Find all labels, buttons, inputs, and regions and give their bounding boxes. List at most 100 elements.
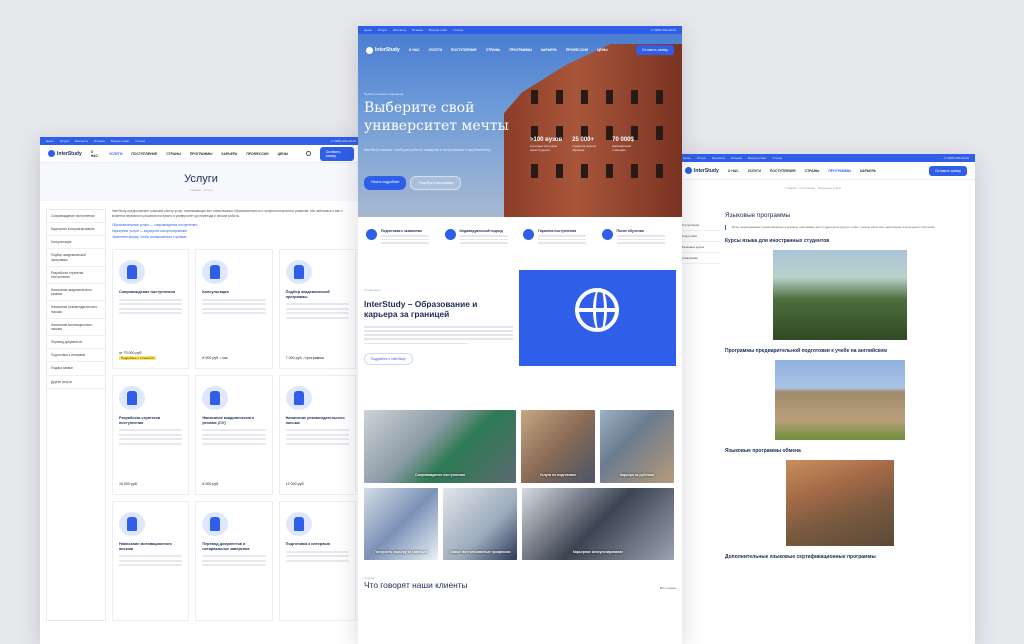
sidebar-item[interactable]: Другие услуги (47, 376, 105, 389)
topbar-link[interactable]: Услуги (378, 28, 387, 32)
sidebar-item[interactable]: Поступление (677, 220, 721, 231)
topbar-link[interactable]: Цены (46, 139, 54, 143)
topbar-link[interactable]: Вопрос-ответ (748, 156, 767, 160)
request-button[interactable]: Оставить заявку (319, 146, 354, 161)
main-nav: InterStudy О НАС УСЛУГИ ПОСТУПЛЕНИЕ СТРА… (40, 145, 362, 163)
topbar-link[interactable]: Услуги (60, 139, 69, 143)
nav-item-services[interactable]: УСЛУГИ (748, 169, 761, 173)
logo[interactable]: InterStudy (685, 167, 719, 174)
service-card[interactable]: Подготовка к интервью (278, 500, 356, 621)
nav-item-services[interactable]: УСЛУГИ (429, 48, 442, 52)
service-illustration-icon (119, 511, 145, 536)
topbar-link[interactable]: Статьи (454, 28, 464, 32)
learn-more-button[interactable]: Узнать подробнее (364, 176, 407, 190)
nav-item-programs[interactable]: ПРОГРАММЫ (509, 48, 532, 52)
link-education[interactable]: Образовательные услуги — сопровождение п… (112, 223, 356, 227)
topbar-link[interactable]: Услуги (697, 156, 706, 160)
tile-admission[interactable]: Сопровождение поступления (364, 409, 516, 483)
request-button[interactable]: Оставить заявку (636, 45, 674, 55)
sidebar-item[interactable]: Перевод документов (47, 336, 105, 350)
sidebar-item[interactable]: Написание мотивационного письма (47, 319, 105, 337)
nav-item-about[interactable]: О НАС (409, 48, 420, 52)
topbar-link[interactable]: Контакты (712, 156, 725, 160)
tile-build-career[interactable]: Построить карьеру за границей (364, 487, 438, 560)
logo[interactable]: InterStudy (366, 46, 400, 54)
nav-item-countries[interactable]: СТРАНЫ (486, 48, 501, 52)
sidebar-item[interactable]: Языковые курсы (677, 242, 721, 253)
sidebar-item[interactable]: Написание академического резюме (47, 284, 105, 302)
nav-item-professions[interactable]: ПРОФЕССИИ (566, 48, 588, 52)
sidebar-item[interactable]: Подготовка к интервью (47, 349, 105, 363)
tile-professions[interactable]: Самые востребованные профессии (443, 487, 517, 560)
nav-item-career[interactable]: КАРЬЕРА (221, 152, 237, 156)
nav-item-prices[interactable]: ЦЕНЫ (597, 48, 608, 52)
topbar-link[interactable]: Статьи (773, 156, 783, 160)
nav-item-admission[interactable]: ПОСТУПЛЕНИЕ (451, 48, 477, 52)
tile-career-abroad[interactable]: Карьера за рубежом (600, 409, 674, 483)
card-title: Написание академического резюме (CV) (202, 415, 255, 425)
link-prices[interactable]: Заполните форму, чтобы познакомиться с ц… (112, 235, 356, 239)
service-illustration-icon (285, 511, 312, 536)
building-windows (522, 90, 672, 104)
tile-career-consulting[interactable]: Карьерное консультирование (522, 487, 674, 560)
topbar-link[interactable]: Статьи (136, 139, 146, 143)
logo[interactable]: InterStudy (48, 150, 82, 157)
service-card[interactable]: Написание рекомендательного письма 12 00… (278, 374, 356, 495)
request-button[interactable]: Оставить заявку (929, 165, 967, 176)
sidebar-item[interactable]: Стажировки (677, 253, 721, 264)
link-career[interactable]: Карьерные услуги — карьерное консультиро… (112, 229, 356, 233)
topbar-link[interactable]: Вопрос-ответ (429, 28, 448, 32)
service-illustration-icon (202, 259, 229, 284)
card-title: Перевод документов и нотариальное завере… (202, 541, 250, 551)
nav-item-about[interactable]: О НАС (91, 150, 100, 158)
nav-item-career[interactable]: КАРЬЕРА (860, 169, 876, 173)
service-card[interactable]: Написание мотивационного письма (112, 500, 190, 621)
topbar-link[interactable]: Цены (364, 28, 372, 32)
service-card[interactable]: Консультация 8 000 руб. / час (195, 248, 273, 369)
nav-item-countries[interactable]: СТРАНЫ (805, 169, 820, 173)
service-card[interactable]: Разработка стратегии поступления 15 000 … (112, 374, 190, 495)
nav-item-career[interactable]: КАРЬЕРА (541, 48, 557, 52)
all-reviews-link[interactable]: Все отзывы (660, 586, 676, 590)
about-link-button[interactable]: Подробнее о InterStudy (364, 352, 413, 365)
phone-number[interactable]: +7 (985) 000-00-00 (650, 28, 676, 32)
tile-preparation[interactable]: Услуги по подготовке (521, 409, 595, 483)
nav-item-programs[interactable]: ПРОГРАММЫ (190, 152, 213, 156)
topbar-link[interactable]: Контакты (393, 28, 406, 32)
phone-number[interactable]: +7 (985) 000-00-00 (330, 139, 356, 143)
phone-number[interactable]: +7 (985) 000-00-00 (943, 156, 969, 160)
sidebar-item[interactable]: Подача заявки (47, 362, 105, 376)
nav-item-countries[interactable]: СТРАНЫ (166, 152, 181, 156)
service-card[interactable]: Сопровождение поступления от 70 000 руб.… (112, 248, 190, 369)
topbar-link[interactable]: Отзывы (94, 139, 105, 143)
nav-item-services[interactable]: УСЛУГИ (109, 152, 122, 156)
logo-icon (366, 46, 373, 54)
topbar-link[interactable]: Цены (683, 156, 691, 160)
nav-item-admission[interactable]: ПОСТУПЛЕНИЕ (131, 152, 157, 156)
graduation-icon (601, 229, 613, 240)
sidebar-item[interactable]: Написание рекомендательного письма (47, 301, 105, 319)
topbar-link[interactable]: Отзывы (731, 156, 742, 160)
service-card[interactable]: Перевод документов и нотариальное завере… (195, 500, 273, 621)
service-card[interactable]: Написание академического резюме (CV) 8 0… (195, 374, 273, 495)
nav-item-admission[interactable]: ПОСТУПЛЕНИЕ (770, 169, 796, 173)
topbar-link[interactable]: Вопрос-ответ (111, 139, 130, 143)
sidebar-item[interactable]: Подбор академической программы (47, 249, 105, 267)
intro-text: InterStudy предоставляет широкий спектр … (112, 209, 343, 218)
nav-item-prices[interactable]: ЦЕНЫ (278, 152, 289, 156)
stat-item: 70 000$ максимальная стипендия (612, 137, 634, 152)
card-price: от 70 000 руб. Подробнее о стоимости (119, 350, 157, 360)
nav-item-about[interactable]: О НАС (728, 169, 739, 173)
topbar-link[interactable]: Отзывы (412, 28, 423, 32)
sidebar-item[interactable]: Разработка стратегии поступления (47, 267, 105, 285)
sidebar-item[interactable]: Сопровождение поступления (47, 210, 105, 224)
pick-program-button[interactable]: Подобрать программу (410, 176, 462, 190)
nav-item-professions[interactable]: ПРОФЕССИИ (246, 152, 268, 156)
search-icon[interactable] (306, 151, 311, 156)
sidebar-item[interactable]: Подготовка (677, 231, 721, 242)
sidebar-item[interactable]: Карьерное консультирование (47, 223, 105, 237)
topbar-link[interactable]: Контакты (75, 139, 88, 143)
service-card[interactable]: Подбор академической программы 7 000 руб… (278, 248, 356, 369)
sidebar-item[interactable]: Консультация (47, 236, 105, 250)
nav-item-programs[interactable]: ПРОГРАММЫ (828, 169, 851, 173)
